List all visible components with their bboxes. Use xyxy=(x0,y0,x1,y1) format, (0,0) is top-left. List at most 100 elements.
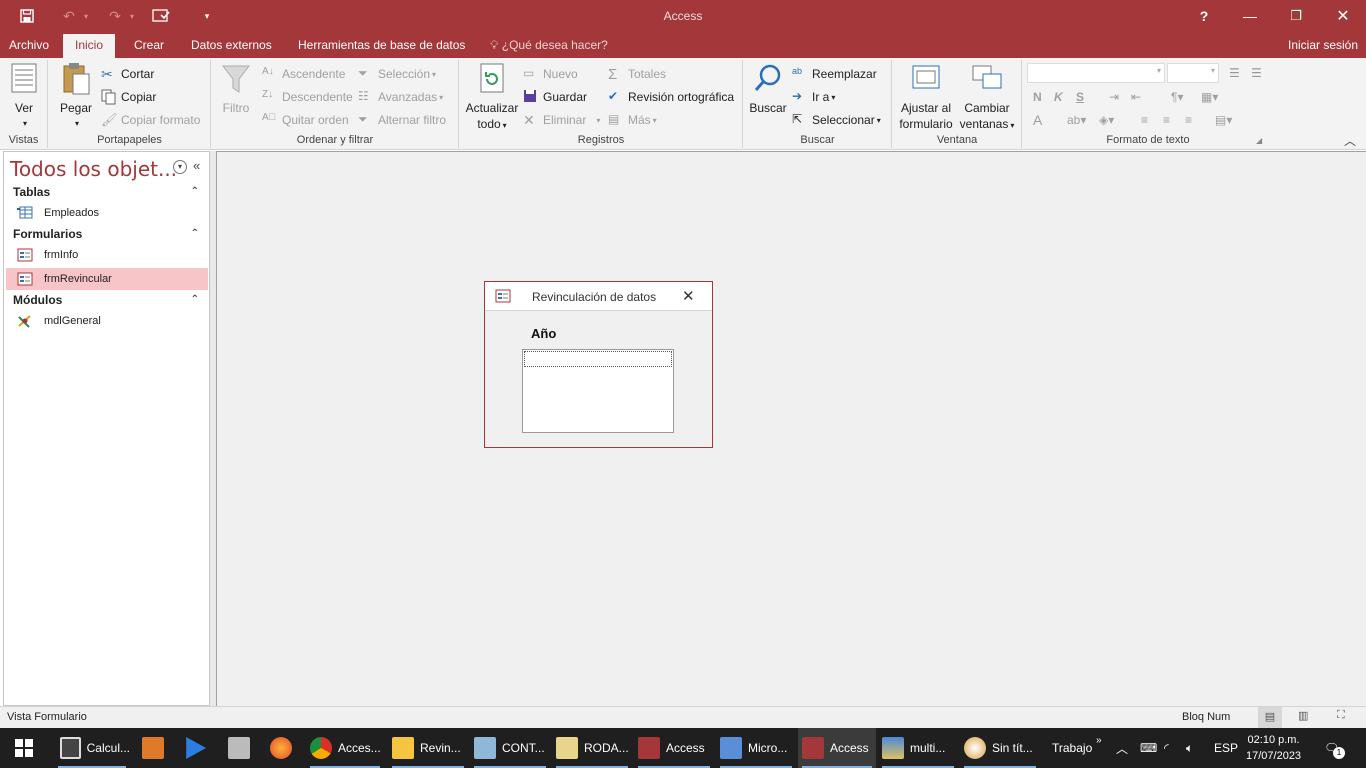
ascendente-button[interactable]: A↓ Ascendente xyxy=(262,64,345,84)
nav-title[interactable]: Todos los objet... xyxy=(10,157,177,181)
start-button[interactable] xyxy=(0,728,48,768)
descendente-button[interactable]: Z↓ Descendente xyxy=(262,87,353,107)
taskbar-label: Calcul... xyxy=(86,741,130,755)
volume-icon[interactable]: 🔈︎ xyxy=(1186,728,1193,768)
avanzadas-button[interactable]: ☷ Avanzadas ▾ xyxy=(358,87,443,107)
buscar-button[interactable]: Buscar xyxy=(748,62,788,116)
seleccionar-button[interactable]: ⇱ Seleccionar ▾ xyxy=(792,110,881,130)
help-button[interactable]: ? xyxy=(1181,0,1227,32)
taskbar-app-4[interactable] xyxy=(224,728,258,768)
italic-button[interactable]: K xyxy=(1054,87,1063,107)
design-view-icon[interactable]: ⛶ xyxy=(1337,709,1345,722)
filtro-button[interactable]: Filtro xyxy=(218,62,254,116)
tab-inicio[interactable]: Inicio xyxy=(63,34,116,58)
shutter-bar-icon[interactable]: « xyxy=(193,158,200,173)
underline-button[interactable]: S xyxy=(1076,87,1084,107)
pegar-button[interactable]: Pegar ▾ xyxy=(57,62,95,132)
taskbar-chrome[interactable]: Acces... xyxy=(306,728,384,768)
totales-label: Totales xyxy=(628,67,667,81)
nav-section-formularios[interactable]: Formularios ⌃ xyxy=(4,224,209,244)
actualizar-button[interactable]: Actualizar todo ▾ xyxy=(464,62,520,134)
gridlines-icon[interactable]: ▦▾ xyxy=(1201,87,1218,107)
outdent-icon[interactable]: ⇤ xyxy=(1131,87,1141,107)
ir-a-button[interactable]: ➔ Ir a ▾ xyxy=(792,87,835,107)
nuevo-button[interactable]: ▭ Nuevo xyxy=(523,64,578,84)
align-left-icon[interactable]: ≡ xyxy=(1141,110,1148,130)
language-indicator[interactable]: ESP xyxy=(1214,728,1238,768)
highlight-icon[interactable]: ab▾ xyxy=(1067,110,1086,130)
totales-button[interactable]: Σ Totales xyxy=(608,64,666,84)
font-name-select[interactable]: ▾ xyxy=(1027,63,1165,83)
nav-menu-icon[interactable]: ▾ xyxy=(173,160,187,174)
restore-button[interactable]: ❐ xyxy=(1273,0,1319,32)
signin-link[interactable]: Iniciar sesión xyxy=(1286,34,1360,58)
alternar-filtro-button[interactable]: ⏷ Alternar filtro xyxy=(358,110,446,130)
bullets-icon[interactable]: ☰ xyxy=(1229,63,1240,83)
nav-section-tablas[interactable]: Tablas ⌃ xyxy=(4,182,209,202)
taskbar-micro[interactable]: Micro... xyxy=(716,728,796,768)
align-center-icon[interactable]: ≡ xyxy=(1163,110,1170,130)
reemplazar-button[interactable]: ab Reemplazar xyxy=(792,64,877,84)
ime-icon[interactable]: ⌨︎ xyxy=(1140,728,1157,768)
taskbar-calculadora[interactable]: Calcul... xyxy=(54,728,130,768)
action-center-icon[interactable]: 🗨︎ 1 xyxy=(1324,728,1350,768)
cortar-button[interactable]: ✂ Cortar xyxy=(101,64,154,84)
paragraph-direction-icon[interactable]: ¶▾ xyxy=(1171,87,1183,107)
ajustar-formulario-button[interactable]: Ajustar al formulario xyxy=(895,62,957,132)
layout-view-icon[interactable]: ▥ xyxy=(1298,709,1308,722)
seleccion-button[interactable]: ⏷ Selección ▾ xyxy=(358,64,436,84)
dialog-close-icon[interactable]: ✕ xyxy=(682,287,695,305)
collapse-ribbon-icon[interactable]: ︿ xyxy=(1344,132,1356,149)
magnifier-icon xyxy=(752,62,784,96)
nav-item-mdlgeneral[interactable]: mdlGeneral xyxy=(6,310,208,332)
ano-list-item[interactable] xyxy=(524,351,672,367)
revision-button[interactable]: ✔ Revisión ortográfica xyxy=(608,87,734,107)
font-color-button[interactable]: A xyxy=(1033,110,1042,130)
copiar-button[interactable]: Copiar xyxy=(101,87,156,107)
bold-button[interactable]: N xyxy=(1033,87,1042,107)
nav-item-frminfo[interactable]: frmInfo xyxy=(6,244,208,266)
fill-color-icon[interactable]: ◈▾ xyxy=(1099,110,1114,130)
form-view-button-icon[interactable]: ▤ xyxy=(1258,707,1282,728)
copiar-formato-button[interactable]: 🖌︎ Copiar formato xyxy=(101,110,200,130)
tab-datos-externos[interactable]: Datos externos xyxy=(189,34,274,58)
nav-item-empleados[interactable]: Empleados xyxy=(6,202,208,224)
taskbar-paint[interactable]: Sin tít... xyxy=(960,728,1040,768)
toolbar-chevron-icon[interactable]: » xyxy=(1096,720,1102,760)
taskbar-toolbar-trabajo[interactable]: Trabajo xyxy=(1052,728,1092,768)
guardar-button[interactable]: Guardar xyxy=(523,87,587,107)
taskbar-app-3[interactable] xyxy=(180,728,214,768)
tab-archivo[interactable]: Archivo xyxy=(7,34,51,58)
tab-herramientas[interactable]: Herramientas de base de datos xyxy=(296,34,467,58)
font-size-select[interactable]: ▾ xyxy=(1167,63,1219,83)
tab-crear[interactable]: Crear xyxy=(132,34,166,58)
tell-me-box[interactable]: 💡︎ ¿Qué desea hacer? xyxy=(488,34,610,58)
taskbar-access-1[interactable]: Access xyxy=(634,728,714,768)
taskbar-firefox[interactable] xyxy=(266,728,300,768)
dialog-launcher-icon[interactable]: ◢ xyxy=(1256,136,1262,145)
mas-button[interactable]: ▤ Más ▾ xyxy=(608,110,657,130)
alternate-row-color-icon[interactable]: ▤▾ xyxy=(1215,110,1232,130)
show-hidden-icons-icon[interactable]: ︿ xyxy=(1116,728,1128,768)
indent-icon[interactable]: ⇥ xyxy=(1109,87,1119,107)
taskbar-app-2[interactable] xyxy=(138,728,172,768)
ano-listbox[interactable] xyxy=(522,349,674,433)
ver-button[interactable]: Ver ▾ xyxy=(6,62,42,132)
cambiar-ventanas-button[interactable]: Cambiar ventanas ▾ xyxy=(957,62,1017,134)
taskbar-cont[interactable]: CONT... xyxy=(470,728,550,768)
close-button[interactable]: ✕ xyxy=(1320,0,1366,32)
minimize-button[interactable]: — xyxy=(1227,0,1273,32)
eliminar-button[interactable]: ✕ Eliminar ▾ xyxy=(523,110,600,130)
taskbar-access-2[interactable]: Access xyxy=(798,728,876,768)
nav-section-modulos[interactable]: Módulos ⌃ xyxy=(4,290,209,310)
taskbar-multi[interactable]: multi... xyxy=(878,728,958,768)
nav-item-frmrevincular[interactable]: frmRevincular xyxy=(6,268,208,290)
quitar-orden-button[interactable]: A⃠ Quitar orden xyxy=(262,110,349,130)
dialog-title-bar[interactable]: Revinculación de datos ✕ xyxy=(485,282,712,311)
numbering-icon[interactable]: ☰ xyxy=(1251,63,1262,83)
taskbar-explorer[interactable]: Revin... xyxy=(388,728,468,768)
taskbar-roda[interactable]: RODA... xyxy=(552,728,632,768)
wifi-icon[interactable]: ◜ xyxy=(1164,728,1169,768)
align-right-icon[interactable]: ≡ xyxy=(1185,110,1192,130)
clock[interactable]: 02:10 p.m. 17/07/2023 xyxy=(1246,728,1301,768)
